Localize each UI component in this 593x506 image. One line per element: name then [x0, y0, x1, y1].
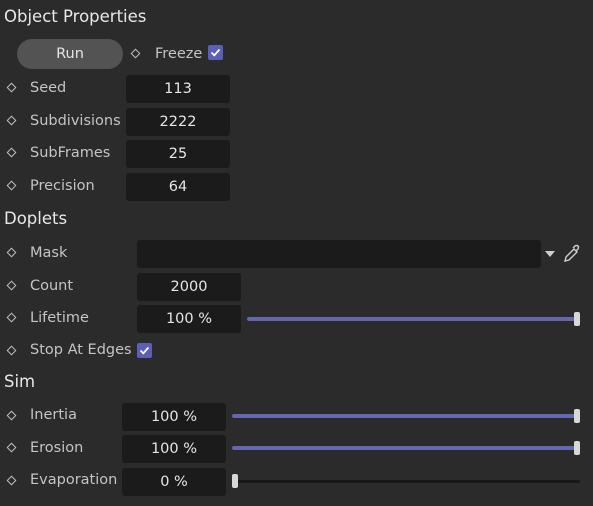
inertia-slider[interactable]	[232, 409, 580, 423]
inertia-field[interactable]: 100 %	[122, 403, 226, 431]
keyframe-diamond-icon[interactable]	[6, 115, 17, 126]
keyframe-diamond-icon[interactable]	[6, 475, 17, 486]
keyframe-diamond-icon[interactable]	[6, 280, 17, 291]
slider-thumb[interactable]	[574, 312, 580, 326]
keyframe-diamond-icon[interactable]	[6, 247, 17, 258]
slider-track[interactable]	[232, 480, 580, 483]
slider-fill	[232, 414, 580, 418]
keyframe-diamond-icon[interactable]	[6, 410, 17, 421]
evaporation-label: Evaporation	[30, 472, 118, 488]
seed-field[interactable]: 113	[126, 75, 230, 103]
slider-fill	[247, 317, 580, 321]
lifetime-field[interactable]: 100 %	[137, 305, 241, 333]
section-title-sim: Sim	[4, 372, 36, 391]
checkmark-icon	[210, 48, 221, 57]
subdivisions-label: Subdivisions	[30, 113, 121, 129]
slider-thumb[interactable]	[232, 474, 238, 488]
lifetime-slider[interactable]	[247, 312, 580, 326]
section-title-object-properties: Object Properties	[4, 7, 147, 26]
evaporation-field[interactable]: 0 %	[122, 468, 226, 496]
erosion-field[interactable]: 100 %	[122, 435, 226, 463]
checkmark-icon	[139, 346, 150, 355]
precision-field[interactable]: 64	[126, 173, 230, 201]
subframes-label: SubFrames	[30, 145, 111, 161]
inertia-label: Inertia	[30, 407, 77, 423]
eyedropper-icon[interactable]	[562, 244, 580, 264]
evaporation-slider[interactable]	[232, 474, 580, 488]
count-label: Count	[30, 278, 74, 294]
precision-label: Precision	[30, 178, 95, 194]
stop-at-edges-label: Stop At Edges	[30, 342, 132, 358]
slider-fill	[232, 446, 580, 450]
seed-label: Seed	[30, 80, 67, 96]
stop-at-edges-checkbox[interactable]	[137, 343, 152, 358]
keyframe-diamond-icon[interactable]	[6, 312, 17, 323]
keyframe-diamond-icon[interactable]	[6, 180, 17, 191]
freeze-checkbox[interactable]	[208, 45, 223, 60]
dropdown-arrow-icon[interactable]	[545, 251, 555, 257]
slider-thumb[interactable]	[574, 441, 580, 455]
erosion-slider[interactable]	[232, 441, 580, 455]
lifetime-label: Lifetime	[30, 310, 89, 326]
keyframe-diamond-icon[interactable]	[6, 345, 17, 356]
keyframe-diamond-icon[interactable]	[6, 442, 17, 453]
mask-label: Mask	[30, 245, 68, 261]
slider-thumb[interactable]	[574, 409, 580, 423]
run-button[interactable]: Run	[17, 39, 123, 69]
keyframe-diamond-icon[interactable]	[6, 147, 17, 158]
subdivisions-field[interactable]: 2222	[126, 108, 230, 136]
count-field[interactable]: 2000	[137, 273, 241, 301]
subframes-field[interactable]: 25	[126, 140, 230, 168]
erosion-label: Erosion	[30, 440, 84, 456]
freeze-label: Freeze	[155, 46, 203, 62]
keyframe-diamond-icon[interactable]	[130, 48, 141, 59]
keyframe-diamond-icon[interactable]	[6, 82, 17, 93]
section-title-doplets: Doplets	[4, 209, 68, 228]
mask-field[interactable]	[137, 240, 541, 268]
